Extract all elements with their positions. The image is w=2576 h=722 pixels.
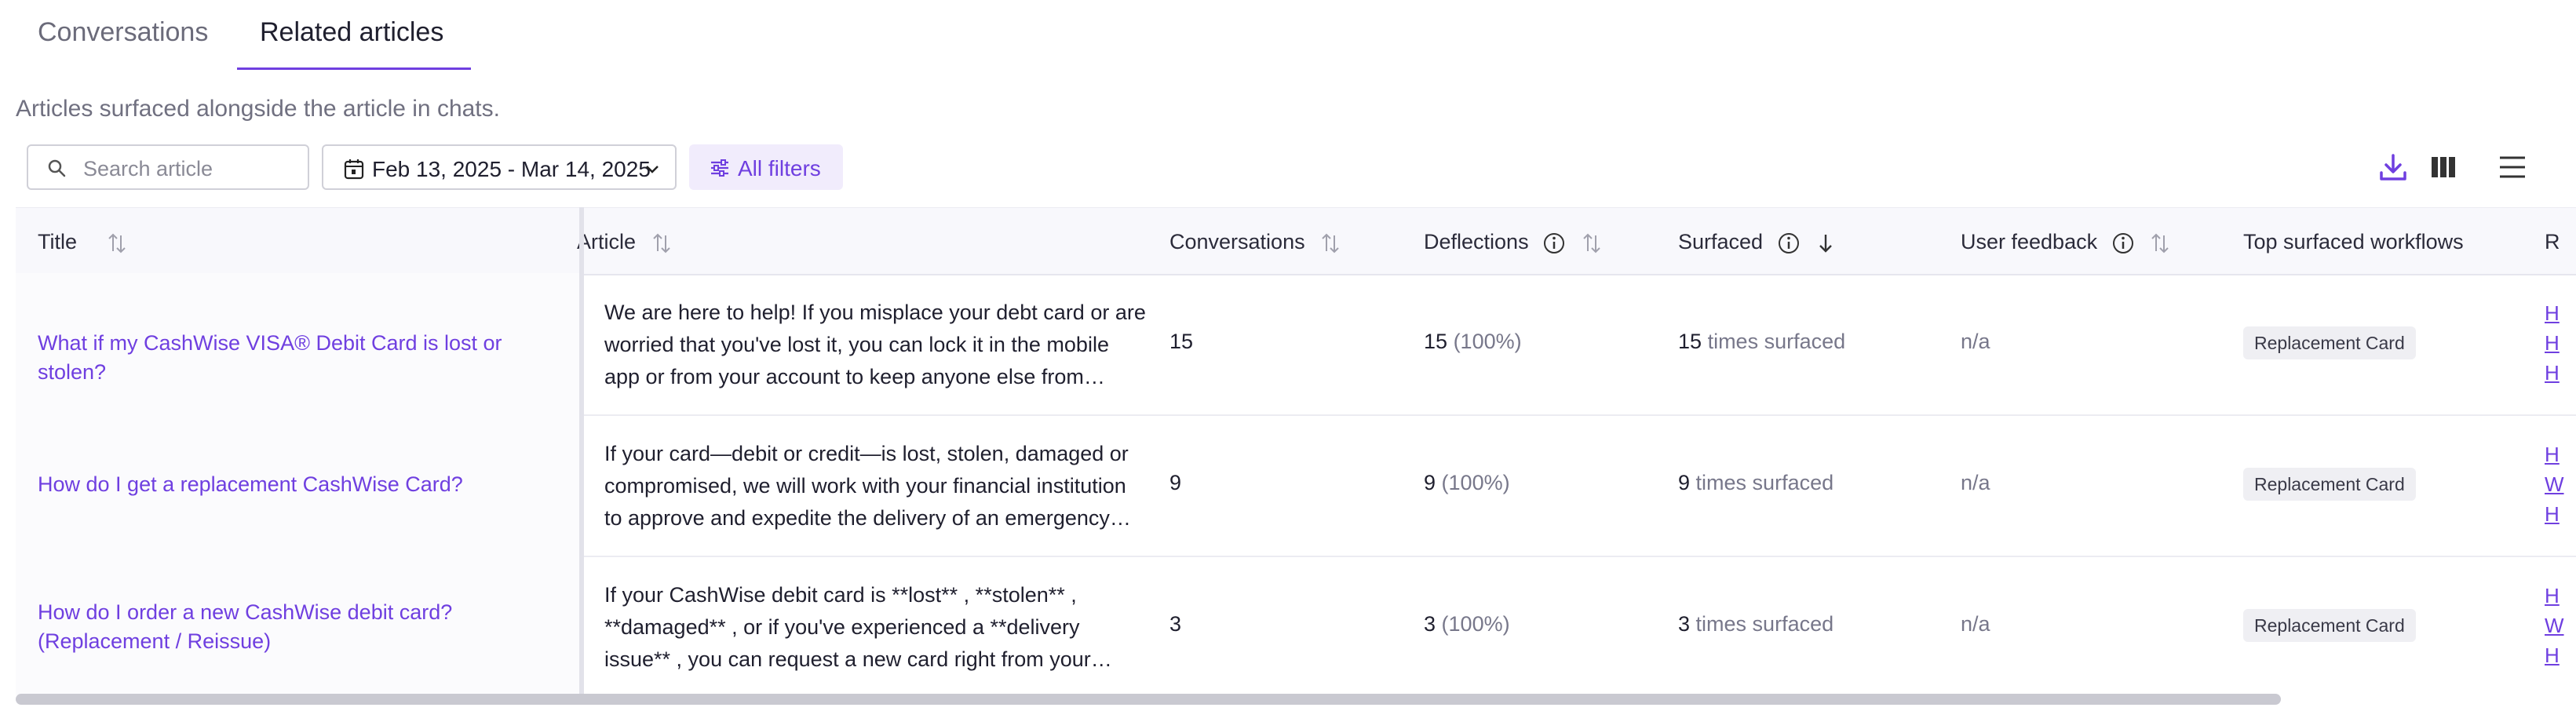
truncated-link[interactable]: H (2545, 298, 2576, 328)
page-description: Articles surfaced alongside the article … (16, 96, 500, 122)
deflections-percent: (100%) (1441, 471, 1510, 494)
tab-conversations[interactable]: Conversations (38, 17, 208, 48)
deflections-cell: 3 (100%) (1424, 612, 1510, 636)
deflections-percent: (100%) (1453, 330, 1522, 353)
article-excerpt: We are here to help! If you misplace you… (604, 301, 1146, 388)
sort-icon[interactable] (107, 232, 127, 254)
info-icon[interactable] (1542, 232, 1566, 255)
column-header-surfaced[interactable]: Surfaced (1678, 230, 1836, 255)
deflections-count: 3 (1424, 612, 1436, 636)
truncated-links: H W H (2545, 439, 2576, 529)
sort-icon[interactable] (2150, 232, 2170, 254)
surfaced-cell: 15 times surfaced (1678, 330, 1845, 354)
truncated-links: H H H (2545, 298, 2576, 388)
user-feedback-value: n/a (1961, 330, 1990, 353)
column-header-top-surfaced-workflows: Top surfaced workflows (2243, 230, 2464, 253)
deflections-percent: (100%) (1441, 612, 1510, 636)
horizontal-scrollbar[interactable] (16, 694, 2281, 705)
sort-icon[interactable] (1582, 232, 1602, 254)
conversations-count: 15 (1169, 330, 1194, 353)
sort-descending-icon[interactable] (1815, 232, 1836, 254)
truncated-link[interactable]: W (2545, 611, 2576, 640)
tab-bar: Conversations Related articles (0, 0, 2576, 71)
deflections-count: 15 (1424, 330, 1448, 353)
workflow-tag: Replacement Card (2243, 468, 2416, 501)
truncated-link[interactable]: H (2545, 581, 2576, 611)
sort-icon[interactable] (651, 232, 672, 254)
title-cell: How do I order a new CashWise debit card… (16, 556, 579, 695)
column-header-article[interactable]: Article (577, 230, 672, 254)
search-input[interactable] (82, 154, 305, 184)
truncated-link[interactable]: H (2545, 640, 2576, 670)
user-feedback-value: n/a (1961, 612, 1990, 636)
column-header-user-feedback[interactable]: User feedback (1961, 230, 2170, 255)
all-filters-button[interactable]: All filters (689, 144, 843, 190)
deflections-cell: 15 (100%) (1424, 330, 1522, 354)
calendar-icon (344, 159, 364, 180)
density-icon[interactable] (2496, 151, 2529, 184)
info-icon[interactable] (2111, 232, 2135, 255)
frozen-column-divider (579, 207, 584, 695)
truncated-link[interactable]: H (2545, 328, 2576, 358)
column-header-truncated: R (2545, 230, 2560, 253)
filter-sliders-icon (711, 159, 728, 177)
download-icon[interactable] (2377, 151, 2410, 184)
active-tab-indicator (237, 67, 471, 70)
surfaced-count: 3 (1678, 612, 1691, 636)
table-row: How do I order a new CashWise debit card… (16, 556, 2576, 695)
table-row: How do I get a replacement CashWise Card… (16, 414, 2576, 557)
article-excerpt: If your card—debit or credit—is lost, st… (604, 442, 1131, 530)
truncated-link[interactable]: H (2545, 499, 2576, 529)
surfaced-suffix: times surfaced (1707, 330, 1846, 353)
title-cell: What if my CashWise VISA® Debit Card is … (16, 273, 579, 414)
all-filters-label: All filters (738, 156, 821, 180)
workflow-tag: Replacement Card (2243, 609, 2416, 642)
surfaced-cell: 9 times surfaced (1678, 471, 1833, 495)
surfaced-suffix: times surfaced (1695, 471, 1834, 494)
truncated-links: H W H (2545, 581, 2576, 670)
user-feedback-value: n/a (1961, 471, 1990, 494)
article-title-link[interactable]: How do I get a replacement CashWise Card… (38, 470, 571, 499)
truncated-link[interactable]: H (2545, 358, 2576, 388)
conversations-count: 3 (1169, 612, 1182, 636)
search-icon (48, 159, 66, 177)
column-header-conversations[interactable]: Conversations (1169, 230, 1341, 254)
sort-icon[interactable] (1320, 232, 1341, 254)
conversations-count: 9 (1169, 471, 1182, 494)
info-icon[interactable] (1777, 232, 1801, 255)
chevron-down-icon (646, 166, 659, 173)
truncated-link[interactable]: W (2545, 469, 2576, 499)
deflections-cell: 9 (100%) (1424, 471, 1510, 495)
deflections-count: 9 (1424, 471, 1436, 494)
surfaced-count: 9 (1678, 471, 1691, 494)
surfaced-cell: 3 times surfaced (1678, 612, 1833, 636)
columns-icon[interactable] (2427, 151, 2460, 184)
table-header: Title Article Conversations Deflections (16, 207, 2576, 275)
surfaced-suffix: times surfaced (1695, 612, 1834, 636)
table-row: What if my CashWise VISA® Debit Card is … (16, 273, 2576, 416)
tab-related-articles[interactable]: Related articles (260, 17, 443, 48)
column-header-deflections[interactable]: Deflections (1424, 230, 1602, 255)
search-field[interactable] (27, 144, 309, 190)
workflow-tag: Replacement Card (2243, 326, 2416, 359)
article-excerpt: If your CashWise debit card is **lost** … (604, 583, 1112, 671)
title-cell: How do I get a replacement CashWise Card… (16, 414, 579, 556)
surfaced-count: 15 (1678, 330, 1702, 353)
article-title-link[interactable]: What if my CashWise VISA® Debit Card is … (38, 329, 571, 387)
related-articles-table: Title Article Conversations Deflections (16, 207, 2576, 695)
date-range-picker[interactable]: Feb 13, 2025 - Mar 14, 2025 (322, 144, 677, 190)
article-title-link[interactable]: How do I order a new CashWise debit card… (38, 598, 477, 656)
truncated-link[interactable]: H (2545, 439, 2576, 469)
column-header-title[interactable]: Title (38, 230, 127, 254)
date-range-label: Feb 13, 2025 - Mar 14, 2025 (372, 157, 651, 181)
